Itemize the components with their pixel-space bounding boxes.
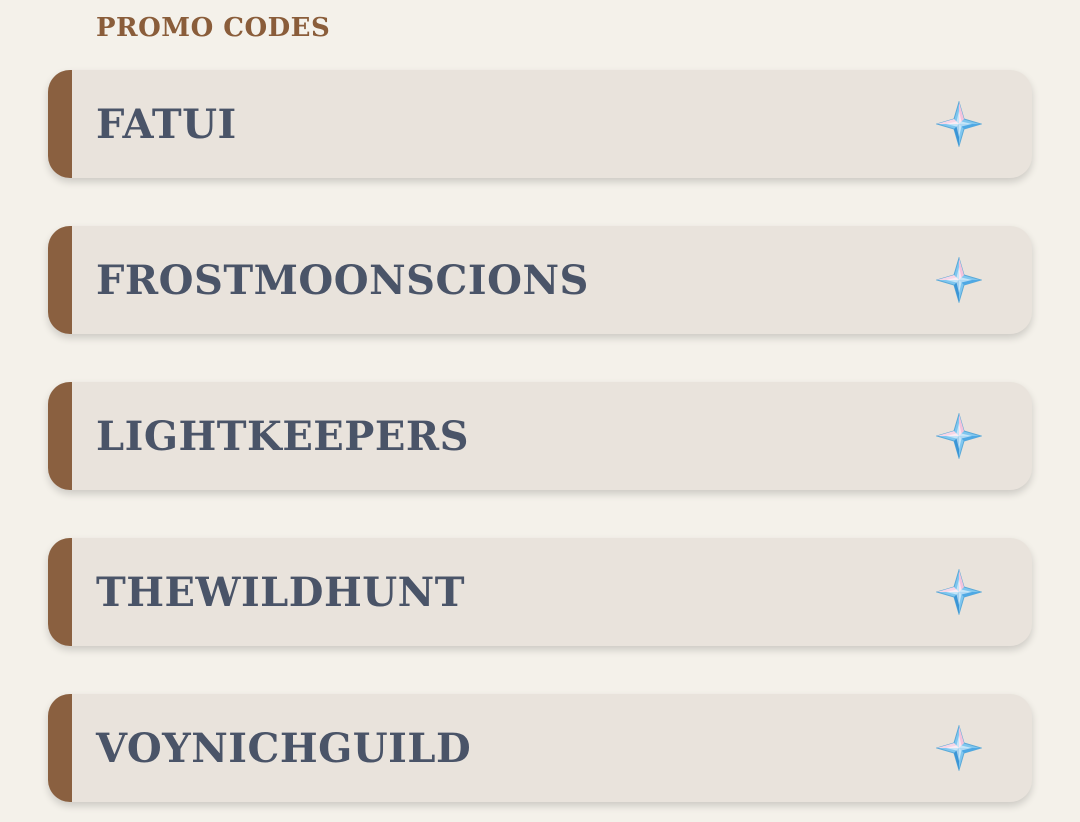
- promo-code-card-voynichguild[interactable]: VOYNICHGUILD: [48, 694, 1032, 802]
- promo-code-card-lightkeepers[interactable]: LIGHTKEEPERS: [48, 382, 1032, 490]
- primogem-icon: [936, 725, 982, 771]
- promo-code-list: FATUI FROSTMOONSCIONS LIGHTKEEPERS THEWI…: [48, 70, 1032, 802]
- primogem-icon: [936, 101, 982, 147]
- primogem-icon: [936, 569, 982, 615]
- card-accent-bar: [48, 226, 72, 334]
- promo-code-text: THEWILDHUNT: [96, 568, 465, 616]
- card-accent-bar: [48, 382, 72, 490]
- primogem-icon: [936, 413, 982, 459]
- promo-code-text: FATUI: [96, 100, 237, 148]
- primogem-icon: [936, 257, 982, 303]
- promo-code-card-thewildhunt[interactable]: THEWILDHUNT: [48, 538, 1032, 646]
- promo-code-card-fatui[interactable]: FATUI: [48, 70, 1032, 178]
- promo-code-text: LIGHTKEEPERS: [96, 412, 469, 460]
- card-accent-bar: [48, 694, 72, 802]
- section-title: PROMO CODES: [96, 13, 331, 43]
- promo-code-card-frostmoonscions[interactable]: FROSTMOONSCIONS: [48, 226, 1032, 334]
- promo-code-text: FROSTMOONSCIONS: [96, 256, 589, 304]
- card-accent-bar: [48, 70, 72, 178]
- card-accent-bar: [48, 538, 72, 646]
- promo-code-text: VOYNICHGUILD: [96, 724, 472, 772]
